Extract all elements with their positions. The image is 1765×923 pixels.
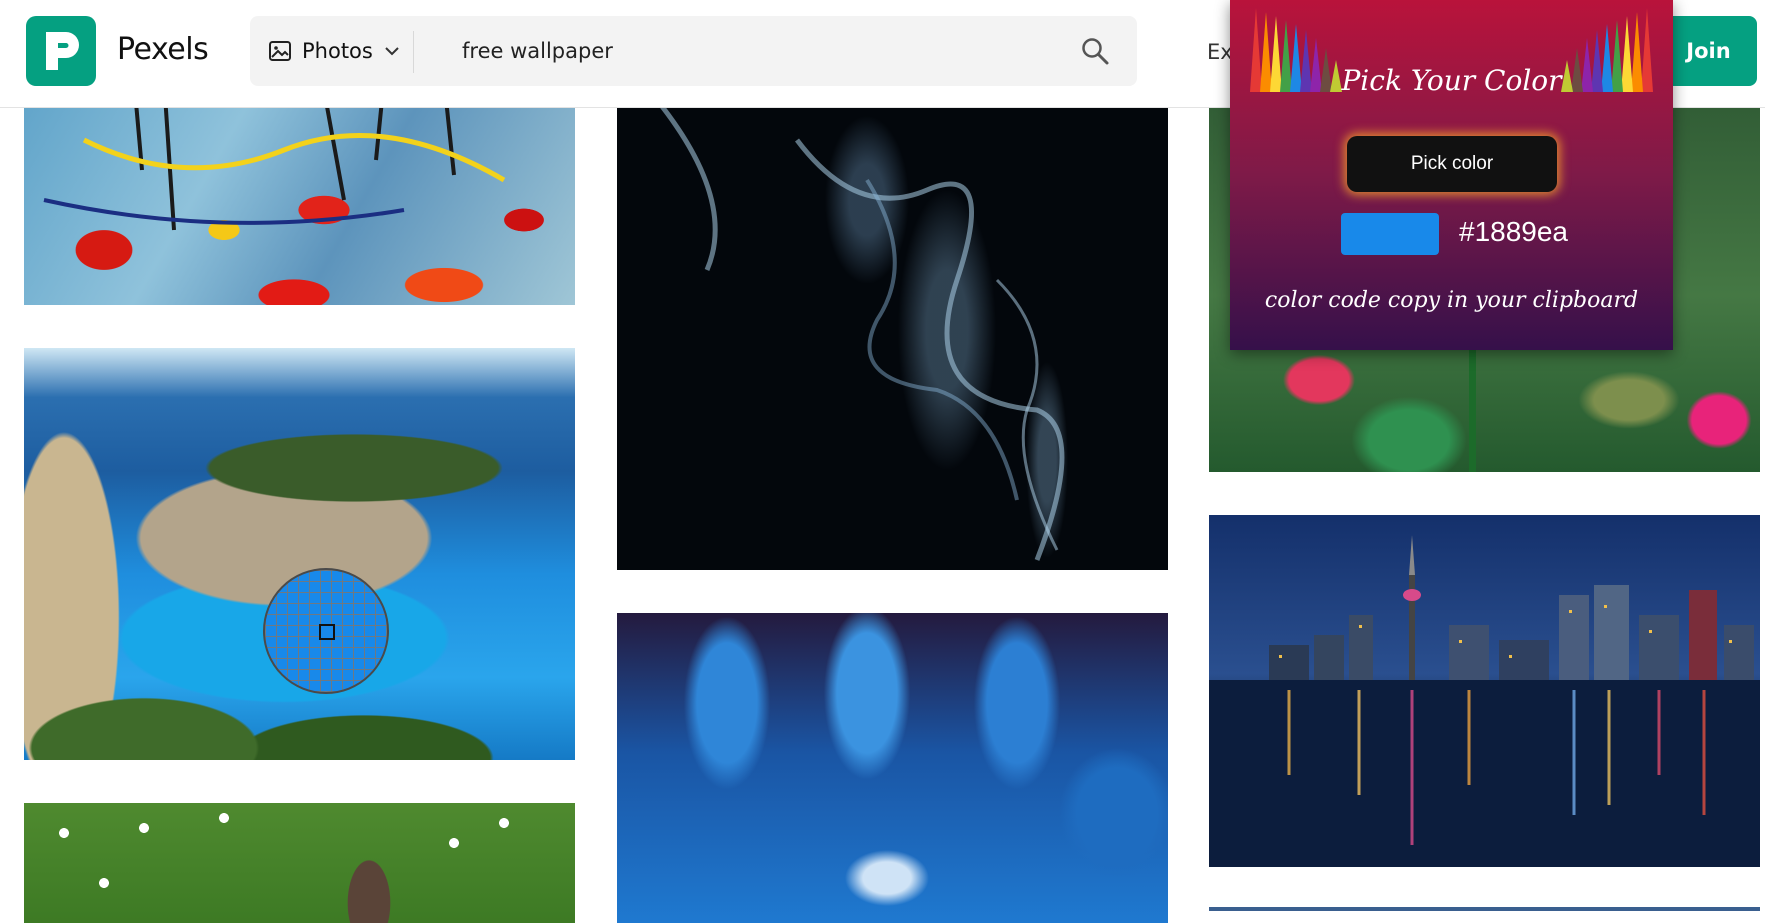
hex-color-code[interactable]: #1889ea <box>1459 216 1568 248</box>
magnifier-center-pixel <box>319 624 335 640</box>
photo-navagio-beach[interactable] <box>24 348 575 760</box>
paint-splatter-graphic <box>43 80 506 231</box>
color-swatch <box>1341 213 1439 255</box>
pexels-logo-icon <box>46 32 79 70</box>
search-icon <box>1082 38 1109 65</box>
media-type-dropdown[interactable]: Photos <box>268 16 401 86</box>
search-input[interactable] <box>462 28 1062 74</box>
dropdown-separator <box>413 31 414 73</box>
picker-title: Pick Your Color <box>1341 64 1562 97</box>
photo-next-partial[interactable] <box>1209 907 1760 911</box>
explore-link[interactable]: Ex <box>1207 40 1233 64</box>
pick-color-button[interactable]: Pick color <box>1347 136 1557 192</box>
media-type-label: Photos <box>302 39 373 63</box>
photo-toronto-skyline-night[interactable] <box>1209 515 1760 867</box>
photo-rabbit-in-daisies[interactable] <box>24 803 575 923</box>
color-picker-popup: Pick Your Color Pick color #1889ea color… <box>1230 0 1673 350</box>
image-icon <box>269 41 291 61</box>
join-button[interactable]: Join <box>1660 16 1757 86</box>
chevron-down-icon <box>385 47 399 56</box>
search-bar: Photos <box>250 16 1137 86</box>
clipboard-message: color code copy in your clipboard <box>1264 288 1639 313</box>
smoke-wisps-graphic <box>655 98 1065 561</box>
photo-abstract-painting[interactable] <box>24 80 575 305</box>
photo-blue-crystal[interactable] <box>617 613 1168 923</box>
search-button[interactable] <box>1080 36 1110 70</box>
skyline-graphic <box>1209 535 1760 867</box>
photo-blue-smoke[interactable] <box>617 80 1168 570</box>
color-picker-magnifier <box>263 568 389 694</box>
pexels-logo[interactable] <box>26 16 96 86</box>
flower-stem <box>1469 350 1476 472</box>
brand-name[interactable]: Pexels <box>117 32 209 67</box>
